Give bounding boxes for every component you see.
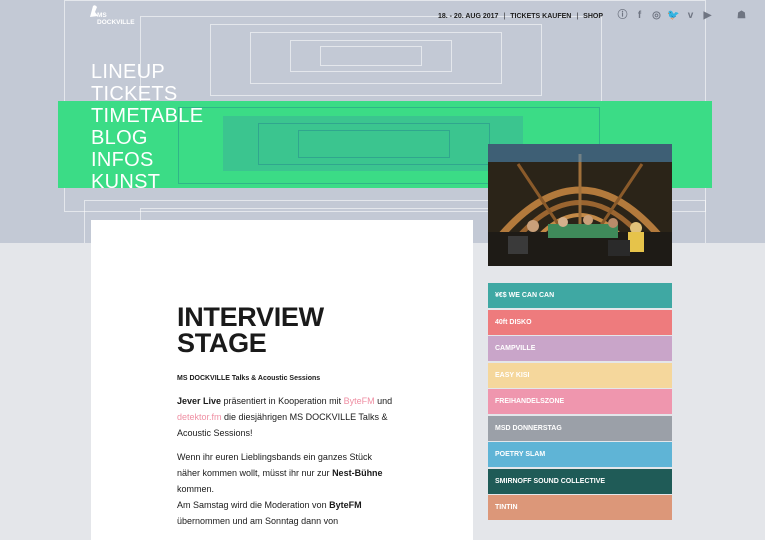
- divider: |: [576, 12, 579, 20]
- stage-photo: [488, 144, 672, 266]
- text: Am Samstag wird die Moderation von: [177, 500, 330, 510]
- paragraph: Wenn ihr euren Lieblingsbands ein ganzes…: [177, 449, 397, 497]
- stage-item[interactable]: 40ft DISKO: [488, 309, 672, 335]
- social-links: ⓘ f ◎ 🐦 v ▶ ☗: [613, 10, 749, 22]
- nav-item-infos[interactable]: INFOS: [91, 149, 203, 171]
- article-card: INTERVIEW STAGE MS DOCKVILLE Talks & Aco…: [91, 220, 473, 540]
- twitter-icon[interactable]: 🐦: [666, 10, 681, 22]
- info-icon[interactable]: ⓘ: [615, 10, 630, 22]
- nav-item-timetable[interactable]: TIMETABLE: [91, 105, 203, 127]
- bold-text: Nest-Bühne: [332, 468, 383, 478]
- stage-item[interactable]: CAMPVILLE: [488, 336, 672, 361]
- article-subtitle: MS DOCKVILLE Talks & Acoustic Sessions: [177, 375, 321, 382]
- stage-item[interactable]: TINTIN: [488, 495, 672, 520]
- article-title: INTERVIEW STAGE: [177, 302, 324, 358]
- bold-text: ByteFM: [329, 500, 362, 510]
- stage-photo-image: [488, 144, 672, 266]
- text: übernommen und am Sonntag dann von: [177, 516, 339, 526]
- text: und: [374, 396, 393, 406]
- paragraph: Jever Live präsentiert in Kooperation mi…: [177, 393, 397, 441]
- logo-line2: DOCKVILLE: [97, 19, 135, 26]
- detektor-link[interactable]: detektor.fm: [177, 412, 222, 422]
- nav-item-lineup[interactable]: LINEUP: [91, 61, 203, 83]
- logo-line1: MS: [97, 12, 107, 19]
- nav-item-tickets[interactable]: TICKETS: [91, 83, 203, 105]
- stage-item[interactable]: ¥€$ WE CAN CAN: [488, 283, 672, 308]
- bytefm-link[interactable]: ByteFM: [344, 396, 375, 406]
- article-body: Jever Live präsentiert in Kooperation mi…: [177, 393, 397, 537]
- nav-item-blog[interactable]: BLOG: [91, 127, 203, 149]
- stage-item[interactable]: MSD DONNERSTAG: [488, 415, 672, 441]
- decorative-frame: [320, 46, 422, 66]
- stage-list: ¥€$ WE CAN CAN 40ft DISKO CAMPVILLE EASY…: [488, 283, 672, 522]
- instagram-icon[interactable]: ◎: [649, 10, 664, 22]
- vimeo-icon[interactable]: v: [683, 10, 698, 22]
- apple-icon[interactable]: [717, 10, 732, 22]
- facebook-icon[interactable]: f: [632, 10, 647, 22]
- text: präsentiert in Kooperation mit: [221, 396, 344, 406]
- bold-text: Jever Live: [177, 396, 222, 406]
- decorative-frame: [298, 130, 450, 158]
- top-bar: 18. - 20. AUG 2017 | TICKETS KAUFEN | SH…: [438, 10, 749, 22]
- stage-item[interactable]: POETRY SLAM: [488, 442, 672, 467]
- nav-item-kunst[interactable]: KUNST: [91, 171, 203, 193]
- youtube-icon[interactable]: ▶: [700, 10, 715, 22]
- stage-item[interactable]: FREIHANDELSZONE: [488, 389, 672, 414]
- android-icon[interactable]: ☗: [734, 10, 749, 22]
- text: kommen.: [177, 484, 215, 494]
- stage-item[interactable]: SMIRNOFF SOUND COLLECTIVE: [488, 468, 672, 494]
- festival-date: 18. - 20. AUG 2017: [437, 12, 499, 20]
- stage-item[interactable]: EASY KISI: [488, 362, 672, 388]
- divider: |: [503, 12, 506, 20]
- tickets-link[interactable]: TICKETS KAUFEN: [510, 13, 571, 20]
- paragraph: Am Samstag wird die Moderation von ByteF…: [177, 497, 397, 529]
- logo[interactable]: MS DOCKVILLE: [89, 4, 135, 26]
- shop-link[interactable]: SHOP: [583, 13, 603, 20]
- main-nav: LINEUP TICKETS TIMETABLE BLOG INFOS KUNS…: [91, 61, 203, 193]
